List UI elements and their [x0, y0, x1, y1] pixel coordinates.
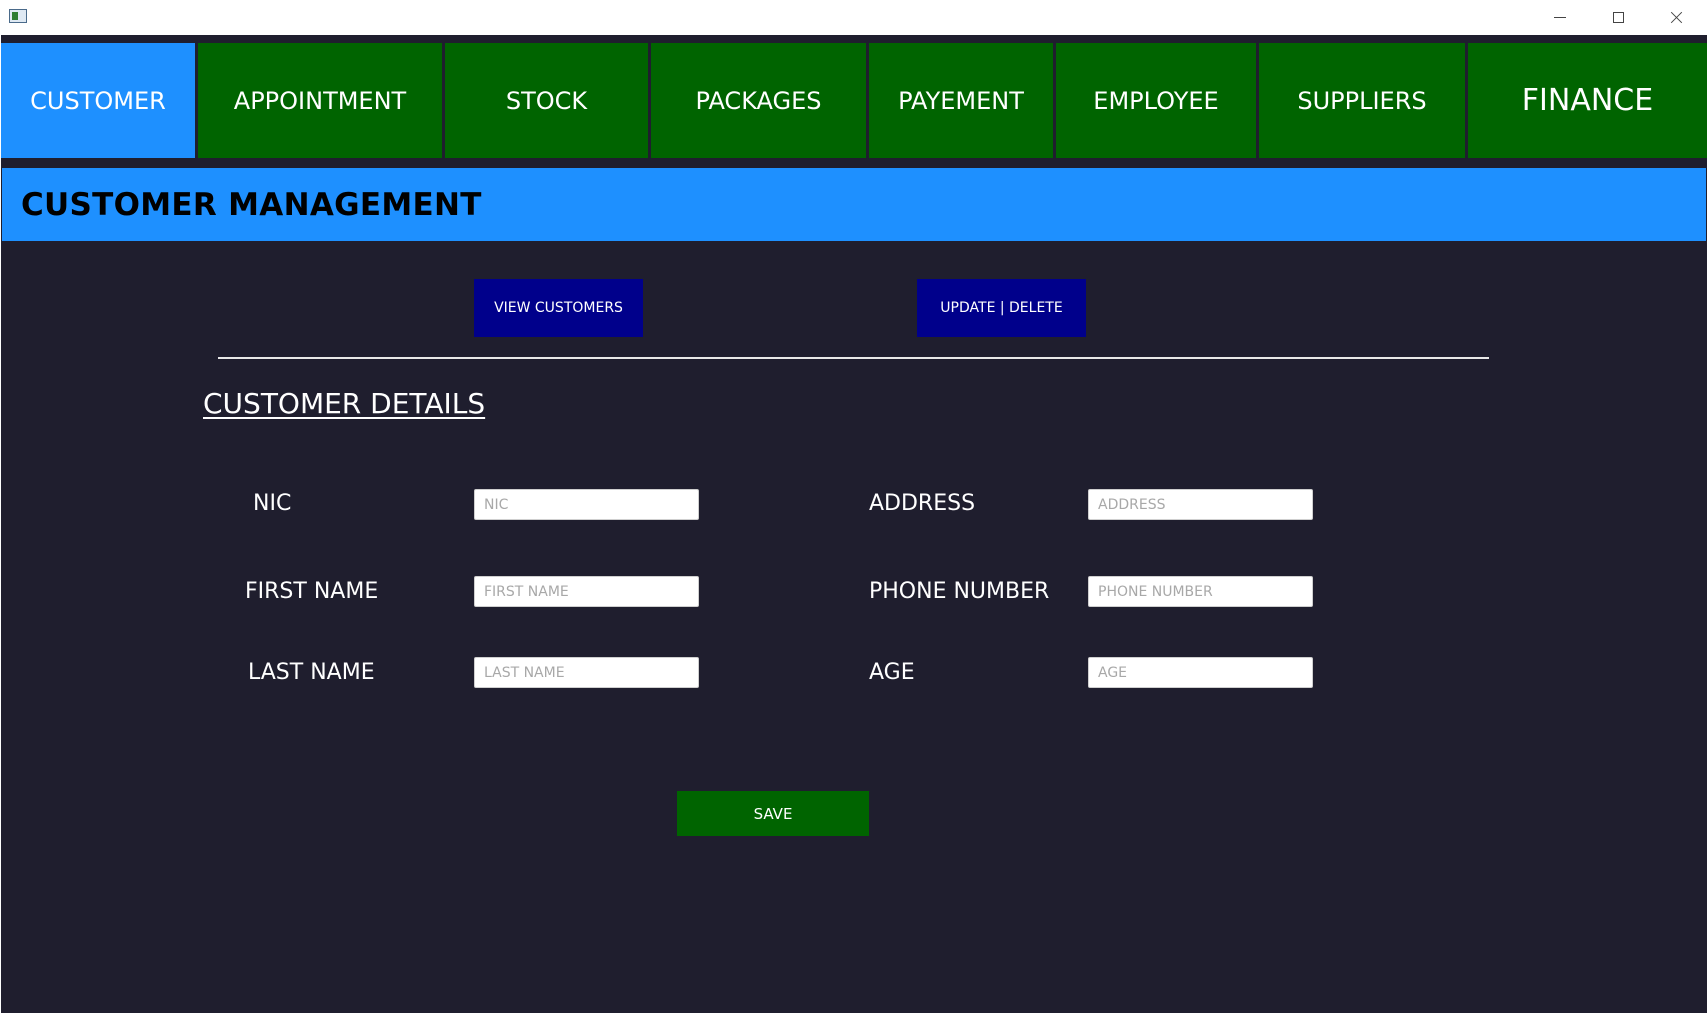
tab-employee[interactable]: EMPLOYEE	[1056, 43, 1256, 158]
age-label: AGE	[869, 660, 915, 685]
age-input[interactable]	[1088, 657, 1313, 688]
tab-suppliers[interactable]: SUPPLIERS	[1259, 43, 1465, 158]
nic-input[interactable]	[474, 489, 699, 520]
phone-number-input[interactable]	[1088, 576, 1313, 607]
section-divider	[218, 357, 1489, 359]
last-name-label: LAST NAME	[248, 660, 375, 685]
client-area: CUSTOMER APPOINTMENT STOCK PACKAGES PAYE…	[0, 35, 1708, 1013]
tab-finance[interactable]: FINANCE	[1468, 43, 1707, 158]
minimize-icon	[1554, 17, 1566, 18]
maximize-button[interactable]	[1589, 0, 1647, 35]
section-title: CUSTOMER DETAILS	[203, 387, 486, 420]
save-button[interactable]: SAVE	[677, 791, 869, 836]
close-button[interactable]	[1647, 0, 1705, 35]
tab-customer[interactable]: CUSTOMER	[1, 43, 195, 158]
app-window: CUSTOMER APPOINTMENT STOCK PACKAGES PAYE…	[0, 0, 1708, 1013]
page-header: CUSTOMER MANAGEMENT	[2, 168, 1706, 241]
page-title: CUSTOMER MANAGEMENT	[21, 186, 482, 223]
first-name-input[interactable]	[474, 576, 699, 607]
update-delete-button[interactable]: UPDATE | DELETE	[917, 279, 1086, 337]
title-bar	[0, 0, 1708, 35]
view-customers-button[interactable]: VIEW CUSTOMERS	[474, 279, 643, 337]
first-name-label: FIRST NAME	[245, 579, 379, 604]
last-name-input[interactable]	[474, 657, 699, 688]
nic-label: NIC	[253, 491, 292, 516]
minimize-button[interactable]	[1531, 0, 1589, 35]
maximize-icon	[1612, 12, 1624, 23]
app-window-icon	[9, 9, 27, 23]
tab-payement[interactable]: PAYEMENT	[869, 43, 1053, 158]
tab-packages[interactable]: PACKAGES	[651, 43, 866, 158]
tab-appointment[interactable]: APPOINTMENT	[198, 43, 442, 158]
phone-number-label: PHONE NUMBER	[869, 579, 1050, 604]
close-icon	[1669, 11, 1683, 25]
address-label: ADDRESS	[869, 491, 976, 516]
address-input[interactable]	[1088, 489, 1313, 520]
tab-stock[interactable]: STOCK	[445, 43, 648, 158]
nav-bar: CUSTOMER APPOINTMENT STOCK PACKAGES PAYE…	[1, 35, 1707, 161]
